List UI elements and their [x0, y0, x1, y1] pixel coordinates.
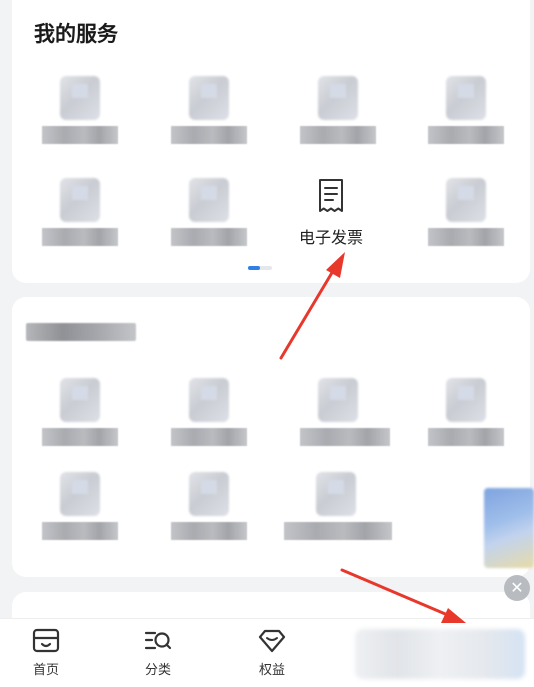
tab-home[interactable]: 首页: [16, 627, 76, 678]
blurred-tabs[interactable]: [355, 629, 525, 679]
page-indicator: [248, 266, 272, 270]
blurred-service-item[interactable]: [42, 178, 118, 258]
blurred-label: [42, 428, 118, 446]
blurred-label: [171, 228, 247, 246]
blurred-service-item[interactable]: [171, 76, 247, 156]
diamond-icon: [258, 629, 286, 653]
blurred-label: [171, 522, 247, 540]
blurred-icon: [189, 76, 229, 120]
blurred-label: [300, 428, 390, 446]
tab-category[interactable]: 分类: [128, 627, 188, 678]
tab-category-label: 分类: [144, 663, 171, 678]
blurred-icon: [189, 472, 229, 516]
blurred-icon: [446, 76, 486, 120]
blurred-icon: [189, 178, 229, 222]
receipt-icon: [319, 179, 343, 212]
blurred-label: [42, 228, 118, 246]
blurred-service-item[interactable]: [42, 378, 118, 458]
bottom-tab-bar: 首页 分类 权益: [0, 618, 534, 687]
blurred-label: [300, 126, 376, 144]
blurred-service-item[interactable]: [171, 178, 247, 258]
blurred-label: [284, 522, 392, 540]
blurred-service-item[interactable]: [300, 76, 376, 156]
blurred-service-item[interactable]: [171, 378, 247, 458]
blurred-service-item[interactable]: [300, 378, 390, 458]
blurred-label: [171, 428, 247, 446]
tab-home-label: 首页: [32, 663, 59, 678]
blurred-service-item[interactable]: [42, 472, 118, 552]
page-indicator-active: [248, 266, 260, 270]
section-title: 我的服务: [34, 22, 118, 46]
blurred-icon: [318, 76, 358, 120]
blurred-service-item[interactable]: [284, 472, 392, 552]
blurred-icon: [60, 76, 100, 120]
storefront-icon: [32, 628, 60, 653]
blurred-label: [428, 126, 504, 144]
blurred-label: [171, 126, 247, 144]
floating-ad-banner[interactable]: [484, 488, 534, 568]
blurred-service-item[interactable]: [42, 76, 118, 156]
blurred-icon: [446, 178, 486, 222]
blurred-service-item[interactable]: [171, 472, 247, 552]
blurred-service-item[interactable]: [428, 378, 504, 458]
blurred-label: [42, 126, 118, 144]
blurred-icon: [60, 472, 100, 516]
blurred-service-item[interactable]: [428, 178, 504, 258]
close-icon[interactable]: ✕: [504, 575, 530, 601]
blurred-icon: [60, 178, 100, 222]
blurred-icon: [60, 378, 100, 422]
tab-rights[interactable]: 权益: [242, 627, 302, 678]
tab-rights-label: 权益: [258, 663, 285, 678]
blurred-icon: [316, 472, 356, 516]
e-invoice-label: 电子发票: [298, 228, 363, 247]
blurred-service-item[interactable]: [428, 76, 504, 156]
blurred-label: [42, 522, 118, 540]
blurred-icon: [446, 378, 486, 422]
e-invoice-button[interactable]: 电子发票: [290, 178, 372, 248]
blurred-icon: [318, 378, 358, 422]
blurred-section-title: [26, 323, 136, 341]
blurred-label: [428, 228, 504, 246]
blurred-label: [428, 428, 504, 446]
category-search-icon: [144, 631, 172, 650]
blurred-icon: [189, 378, 229, 422]
